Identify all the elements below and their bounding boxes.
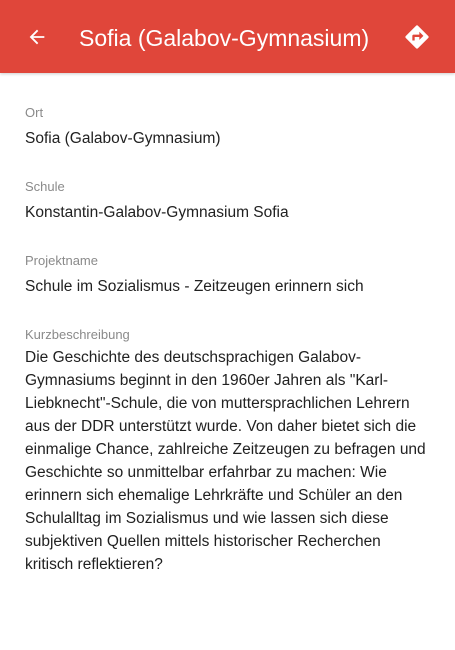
kurzbeschreibung-label: Kurzbeschreibung (25, 327, 130, 342)
field-ort: Ort Sofia (Galabov-Gymnasium) (25, 105, 435, 150)
ort-value: Sofia (Galabov-Gymnasium) (25, 130, 221, 147)
directions-icon (405, 25, 429, 49)
details-content: Ort Sofia (Galabov-Gymnasium) Schule Kon… (25, 105, 435, 605)
app-bar: Sofia (Galabov-Gymnasium) (0, 0, 455, 73)
page-title: Sofia (Galabov-Gymnasium) (79, 25, 370, 51)
schule-value: Konstantin-Galabov-Gymnasium Sofia (25, 204, 289, 221)
back-button[interactable] (24, 24, 50, 50)
field-projektname: Projektname Schule im Sozialismus - Zeit… (25, 253, 435, 298)
schule-label: Schule (25, 179, 65, 194)
field-kurzbeschreibung: Kurzbeschreibung Die Geschichte des deut… (25, 327, 435, 576)
directions-button[interactable] (403, 23, 431, 51)
kurzbeschreibung-value: Die Geschichte des deutschsprachigen Gal… (25, 349, 426, 573)
arrow-back-icon (29, 29, 45, 45)
ort-label: Ort (25, 105, 44, 120)
projektname-value: Schule im Sozialismus - Zeitzeugen erinn… (25, 278, 364, 295)
projektname-label: Projektname (25, 253, 98, 268)
field-schule: Schule Konstantin-Galabov-Gymnasium Sofi… (25, 179, 435, 224)
